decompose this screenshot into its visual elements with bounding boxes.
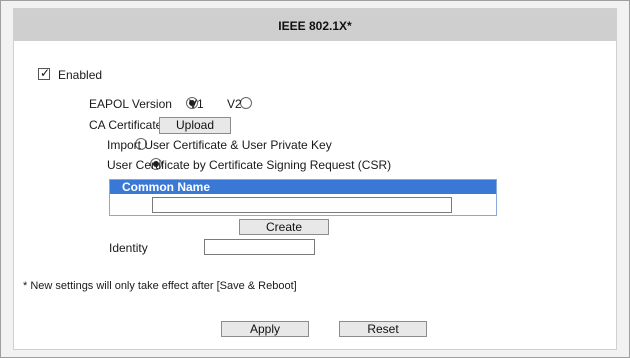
import-user-cert-label: Import User Certificate & User Private K…	[107, 138, 332, 152]
common-name-header: Common Name	[110, 180, 496, 194]
csr-label: User Certificate by Certificate Signing …	[107, 158, 392, 172]
identity-label: Identity	[109, 241, 148, 255]
enabled-label: Enabled	[58, 68, 103, 82]
apply-button[interactable]: Apply	[221, 321, 309, 337]
ca-certificate-label: CA Certificate	[89, 118, 163, 132]
reboot-note: * New settings will only take effect aft…	[23, 280, 297, 292]
eapol-v2-label: V2	[227, 97, 242, 111]
identity-input[interactable]	[204, 239, 315, 255]
create-button[interactable]: Create	[239, 219, 329, 235]
check-mark-icon: ✓	[40, 66, 51, 80]
eapol-v1-label: V1	[189, 97, 204, 111]
enabled-checkbox[interactable]: ✓	[38, 66, 51, 80]
common-name-input[interactable]	[152, 197, 452, 213]
eapol-version-label: EAPOL Version	[89, 97, 172, 111]
reset-button[interactable]: Reset	[339, 321, 427, 337]
page-title: IEEE 802.1X*	[14, 9, 616, 41]
upload-button[interactable]: Upload	[159, 117, 231, 134]
